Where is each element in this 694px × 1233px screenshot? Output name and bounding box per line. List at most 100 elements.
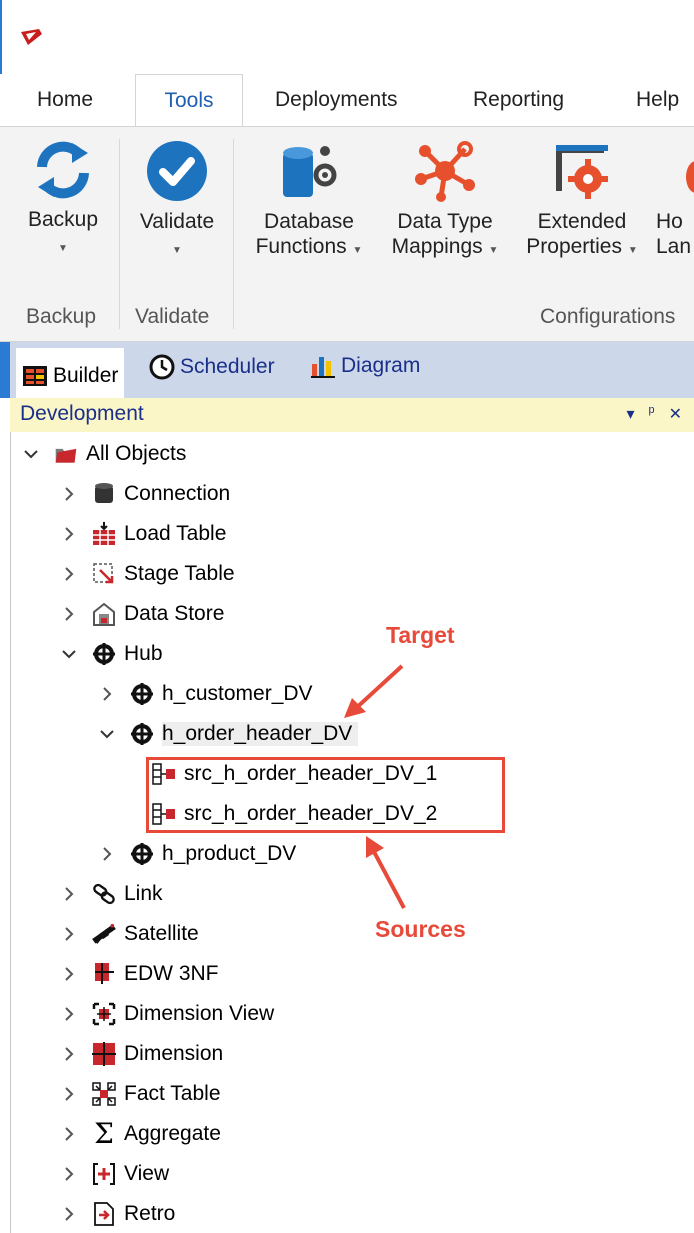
app-logo-icon [21,29,42,45]
tree-node-h-product[interactable]: h_product_DV [96,836,296,872]
tree-node-label: Load Table [124,522,227,545]
close-icon[interactable]: ✕ [669,404,682,424]
dropdown-arrow-icon: ▼ [172,245,182,256]
chevron-right-icon[interactable] [58,1047,80,1061]
tree-node-label: Connection [124,482,231,505]
tree-node-label: Retro [124,1202,176,1225]
group-separator [119,139,120,329]
tree-node-label: All Objects [86,442,187,465]
tree-node-label: Fact Table [124,1082,221,1105]
chevron-right-icon[interactable] [58,1127,80,1141]
chevron-right-icon[interactable] [58,607,80,621]
panel-tabs: Builder Scheduler Diagram [0,342,694,398]
group-label-backup: Backup [26,305,97,328]
validate-button[interactable]: Validate ▼ [134,139,220,263]
tree-node-data-store[interactable]: Data Store [58,596,224,632]
tree-node-label: View [124,1162,170,1185]
data-type-mappings-button[interactable]: Data Type Mappings ▼ [383,139,507,263]
chevron-right-icon[interactable] [58,1087,80,1101]
tree-node-edw-3nf[interactable]: EDW 3NF [58,956,219,992]
sources-arrow-icon [366,836,406,909]
tree-node-satellite[interactable]: Satellite [58,916,199,952]
tab-home[interactable]: Home [37,88,93,112]
tree-node-stage-table[interactable]: Stage Table [58,556,235,592]
chevron-down-icon[interactable] [20,449,42,459]
chevron-right-icon[interactable] [58,887,80,901]
tab-builder[interactable]: Builder [16,348,125,398]
host-languages-label-2: Lan [656,235,692,258]
bar-chart-icon [311,357,335,378]
tree-node-label: Dimension [124,1042,224,1065]
dimension-icon [92,1042,116,1066]
tree-node-label: Hub [124,642,163,665]
tree-node-connection[interactable]: Connection [58,476,230,512]
chevron-right-icon[interactable] [58,567,80,581]
tree-node-all-objects[interactable]: All Objects [20,436,186,472]
hub-icon [130,682,154,706]
tree-node-label: Dimension View [124,1002,275,1025]
tree-node-h-order-header[interactable]: h_order_header_DV [96,716,359,752]
database-icon [92,482,116,506]
network-nodes-icon [415,141,475,202]
tree-node-label: Data Store [124,602,225,625]
panel-menu-icon[interactable]: ▾ [627,404,635,424]
tab-diagram-label: Diagram [341,354,421,377]
extended-properties-label-2: Properties [526,235,622,258]
pin-icon[interactable]: ᵖ [649,404,655,424]
tree-node-aggregate[interactable]: Σ Aggregate [58,1116,221,1152]
data-type-mappings-label-1: Data Type [397,210,493,233]
tree-node-h-customer[interactable]: h_customer_DV [96,676,313,712]
database-functions-label-2: Functions [255,235,347,258]
tree-node-dimension[interactable]: Dimension [58,1036,223,1072]
properties-gear-icon [556,145,608,199]
extended-properties-button[interactable]: Extended Properties ▼ [519,139,645,263]
dropdown-arrow-icon: ▼ [58,243,68,254]
chevron-right-icon[interactable] [58,967,80,981]
chevron-down-icon[interactable] [58,649,80,659]
tree-node-fact-table[interactable]: Fact Table [58,1076,221,1112]
target-arrow-icon [344,664,404,718]
stage-table-icon [92,562,116,586]
tab-scheduler-label: Scheduler [180,355,275,378]
chevron-right-icon[interactable] [58,1007,80,1021]
hub-icon [130,722,154,746]
dropdown-arrow-icon: ▼ [352,245,363,256]
database-functions-button[interactable]: Database Functions ▼ [248,139,370,263]
chevron-right-icon[interactable] [58,527,80,541]
cut-off-icon [686,161,694,193]
database-gear-icon [283,146,337,197]
chevron-right-icon[interactable] [96,847,118,861]
database-functions-label-1: Database [264,210,354,233]
tree-node-view[interactable]: View [58,1156,169,1192]
tab-deployments[interactable]: Deployments [275,88,398,112]
tree-node-dimension-view[interactable]: Dimension View [58,996,274,1032]
sources-highlight-box [146,757,505,833]
builder-icon [23,366,47,386]
tree-node-retro[interactable]: Retro [58,1196,175,1232]
chevron-right-icon[interactable] [58,1207,80,1221]
tab-tools[interactable]: Tools [135,74,243,127]
tree-node-hub[interactable]: Hub [58,636,163,672]
chevron-right-icon[interactable] [96,687,118,701]
host-languages-button[interactable]: Ho Lan [656,139,694,259]
ribbon: Backup ▼ Backup Validate ▼ Validate Data… [0,126,694,342]
tab-reporting[interactable]: Reporting [473,88,564,112]
tab-scheduler[interactable]: Scheduler [149,354,275,380]
retro-icon [92,1202,116,1226]
extended-properties-label-1: Extended [537,210,627,233]
folder-icon [54,442,78,466]
chevron-down-icon[interactable] [96,729,118,739]
chevron-right-icon[interactable] [58,487,80,501]
tree-node-link[interactable]: Link [58,876,163,912]
group-label-validate: Validate [135,305,210,328]
hub-icon [130,842,154,866]
clock-icon [149,354,175,380]
tree-node-load-table[interactable]: Load Table [58,516,226,552]
view-icon [92,1162,116,1186]
load-table-icon [92,522,116,546]
chevron-right-icon[interactable] [58,1167,80,1181]
backup-button[interactable]: Backup ▼ [22,139,104,261]
tab-help[interactable]: Help [636,88,679,112]
chevron-right-icon[interactable] [58,927,80,941]
tab-diagram[interactable]: Diagram [310,354,420,378]
